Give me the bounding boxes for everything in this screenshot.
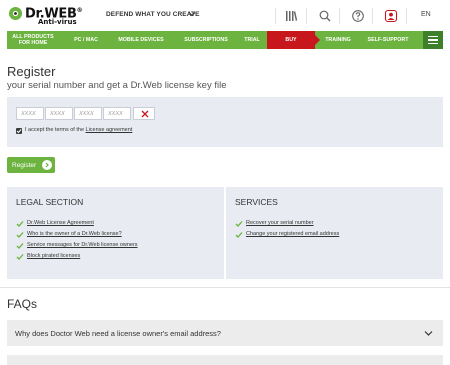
- accept-checkbox[interactable]: [16, 128, 22, 134]
- legal-section: LEGAL SECTION Dr.Web License Agreement W…: [7, 187, 224, 279]
- license-owner-link[interactable]: Who is the owner of a Dr.Web license?: [27, 231, 122, 237]
- list-item: Recover your serial number: [235, 220, 339, 231]
- check-icon: [235, 232, 243, 238]
- header-divider: [275, 8, 276, 24]
- drweb-logo[interactable]: Dr.WEB® Anti-virus: [8, 5, 100, 27]
- site-header: Dr.WEB® Anti-virus DEFEND WHAT YOU CREAT…: [0, 0, 450, 31]
- language-selector[interactable]: EN: [421, 11, 431, 18]
- faq-title: FAQs: [7, 297, 38, 311]
- header-divider: [339, 8, 340, 24]
- nav-pc-mac[interactable]: PC / MAC: [65, 31, 107, 49]
- clear-serial-button[interactable]: [133, 107, 155, 120]
- nav-buy[interactable]: BUY: [267, 31, 320, 49]
- close-icon: [141, 110, 149, 118]
- chevron-down-icon: [424, 331, 433, 336]
- header-divider: [306, 8, 307, 24]
- nav-mobile-devices[interactable]: MOBILE DEVICES: [110, 31, 172, 49]
- nav-trial[interactable]: TRIAL: [239, 31, 265, 49]
- faq-item[interactable]: [7, 355, 443, 365]
- check-icon: [16, 254, 24, 260]
- legal-section-title: LEGAL SECTION: [16, 197, 84, 207]
- serial-field-4[interactable]: XXXX: [103, 107, 131, 120]
- accept-terms-label: I accept the terms of the License agreem…: [25, 127, 133, 133]
- help-icon[interactable]: [351, 9, 365, 23]
- check-icon: [16, 243, 24, 249]
- serial-field-2[interactable]: XXXX: [45, 107, 73, 120]
- arrow-right-icon: [42, 160, 52, 170]
- chevron-down-icon[interactable]: [188, 10, 196, 18]
- faq-question: Why does Doctor Web need a license owner…: [15, 329, 221, 338]
- faq-item[interactable]: Why does Doctor Web need a license owner…: [7, 320, 443, 346]
- library-icon[interactable]: [284, 9, 298, 23]
- list-item: Dr.Web License Agreement: [16, 220, 138, 231]
- checkmark-icon: [16, 129, 22, 134]
- services-section-title: SERVICES: [235, 197, 278, 207]
- spider-logo-icon: [9, 7, 22, 20]
- header-divider: [372, 8, 373, 24]
- block-pirated-link[interactable]: Block pirated licenses: [27, 253, 80, 259]
- services-links: Recover your serial number Change your r…: [235, 220, 339, 242]
- nav-subscriptions[interactable]: SUBSCRIPTIONS: [175, 31, 237, 49]
- change-email-link[interactable]: Change your registered email address: [246, 231, 339, 237]
- nav-training[interactable]: TRAINING: [321, 31, 355, 49]
- logo-subtitle: Anti-virus: [38, 18, 77, 26]
- page-title: Register: [7, 64, 56, 79]
- page-subtitle: your serial number and get a Dr.Web lice…: [7, 80, 227, 91]
- recover-serial-link[interactable]: Recover your serial number: [246, 220, 314, 226]
- legal-links: Dr.Web License Agreement Who is the owne…: [16, 220, 138, 264]
- check-icon: [16, 232, 24, 238]
- account-icon[interactable]: [384, 9, 398, 23]
- header-divider: [406, 8, 407, 24]
- menu-icon[interactable]: [423, 31, 443, 49]
- list-item: Block pirated licenses: [16, 253, 138, 264]
- serial-field-1[interactable]: XXXX: [16, 107, 44, 120]
- services-section: SERVICES Recover your serial number Chan…: [226, 187, 443, 279]
- serial-field-3[interactable]: XXXX: [74, 107, 102, 120]
- list-item: Service messages for Dr.Web license owne…: [16, 242, 138, 253]
- registration-panel: XXXX XXXX XXXX XXXX I accept the terms o…: [7, 97, 443, 147]
- license-agreement-link[interactable]: Dr.Web License Agreement: [27, 220, 94, 226]
- check-icon: [235, 221, 243, 227]
- list-item: Who is the owner of a Dr.Web license?: [16, 231, 138, 242]
- tagline[interactable]: DEFEND WHAT YOU CREATE: [106, 11, 200, 18]
- list-item: Change your registered email address: [235, 231, 339, 242]
- register-button[interactable]: Register: [7, 157, 55, 173]
- main-nav: ALL PRODUCTS FOR HOME PC / MAC MOBILE DE…: [7, 31, 443, 49]
- license-agreement-link[interactable]: License agreement: [86, 127, 133, 133]
- section-divider: [0, 287, 450, 288]
- check-icon: [16, 221, 24, 227]
- nav-self-support[interactable]: SELF-SUPPORT: [359, 31, 417, 49]
- nav-all-products[interactable]: ALL PRODUCTS FOR HOME: [7, 31, 59, 49]
- service-messages-link[interactable]: Service messages for Dr.Web license owne…: [27, 242, 138, 248]
- search-icon[interactable]: [318, 9, 332, 23]
- register-button-label: Register: [12, 161, 37, 169]
